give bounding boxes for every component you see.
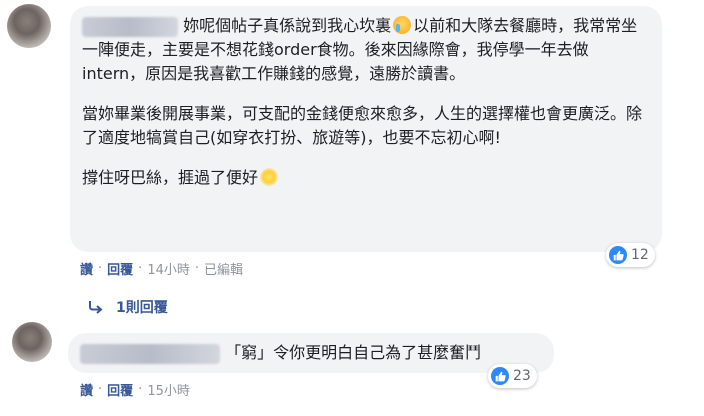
separator: ·	[138, 261, 143, 276]
commenter-name-redacted[interactable]	[82, 16, 178, 37]
like-link[interactable]: 讚	[80, 380, 93, 399]
comment-paragraph-3: 撐住呀巴絲，捱過了便好	[82, 168, 259, 187]
comment-line-1: 妳呢個帖子真係說到我心坎裏	[183, 16, 392, 35]
comment-bubble: 「窮」令你更明白自己為了甚麼奮鬥	[68, 333, 554, 373]
comment-text: 妳呢個帖子真係說到我心坎裏 以前和大隊去餐廳時，我常常坐一陣便走，主要是不想花錢o…	[82, 14, 650, 190]
commenter-avatar[interactable]	[12, 322, 52, 362]
commenter-name-redacted[interactable]	[80, 343, 220, 364]
reaction-count: 23	[513, 368, 531, 384]
separator: ·	[98, 382, 103, 397]
like-link[interactable]: 讚	[80, 259, 93, 278]
crying-face-emoji-icon	[393, 16, 412, 34]
separator: ·	[138, 382, 143, 397]
sun-emoji-icon	[260, 168, 279, 186]
reaction-summary[interactable]: 23	[488, 364, 537, 388]
comment-actions: 讚 · 回覆 · 15小時	[80, 380, 190, 399]
reply-arrow-icon	[89, 301, 103, 314]
edited-label[interactable]: 已編輯	[204, 259, 243, 278]
comment-actions: 讚 · 回覆 · 14小時 · 已編輯	[80, 259, 243, 278]
comment-paragraph-2: 當妳畢業後開展事業，可支配的金錢便愈來愈多，人生的選擇權也會更廣泛。除了適度地犒…	[82, 104, 643, 147]
comment-bubble: 妳呢個帖子真係說到我心坎裏 以前和大隊去餐廳時，我常常坐一陣便走，主要是不想花錢o…	[70, 6, 662, 252]
like-icon	[609, 246, 627, 264]
reaction-summary[interactable]: 12	[606, 243, 655, 267]
separator: ·	[98, 261, 103, 276]
replies-count-label: 1則回覆	[116, 300, 168, 316]
timestamp[interactable]: 15小時	[147, 380, 190, 399]
comment-text: 「窮」令你更明白自己為了甚麼奮鬥	[80, 341, 542, 365]
separator: ·	[194, 261, 199, 276]
timestamp[interactable]: 14小時	[147, 259, 190, 278]
commenter-avatar[interactable]	[7, 4, 51, 48]
like-icon	[491, 367, 509, 385]
reply-link[interactable]: 回覆	[107, 380, 133, 399]
comment-body: 「窮」令你更明白自己為了甚麼奮鬥	[225, 343, 482, 362]
reply-link[interactable]: 回覆	[107, 259, 133, 278]
reaction-count: 12	[631, 247, 649, 263]
view-replies-link[interactable]: 1則回覆	[88, 297, 168, 317]
